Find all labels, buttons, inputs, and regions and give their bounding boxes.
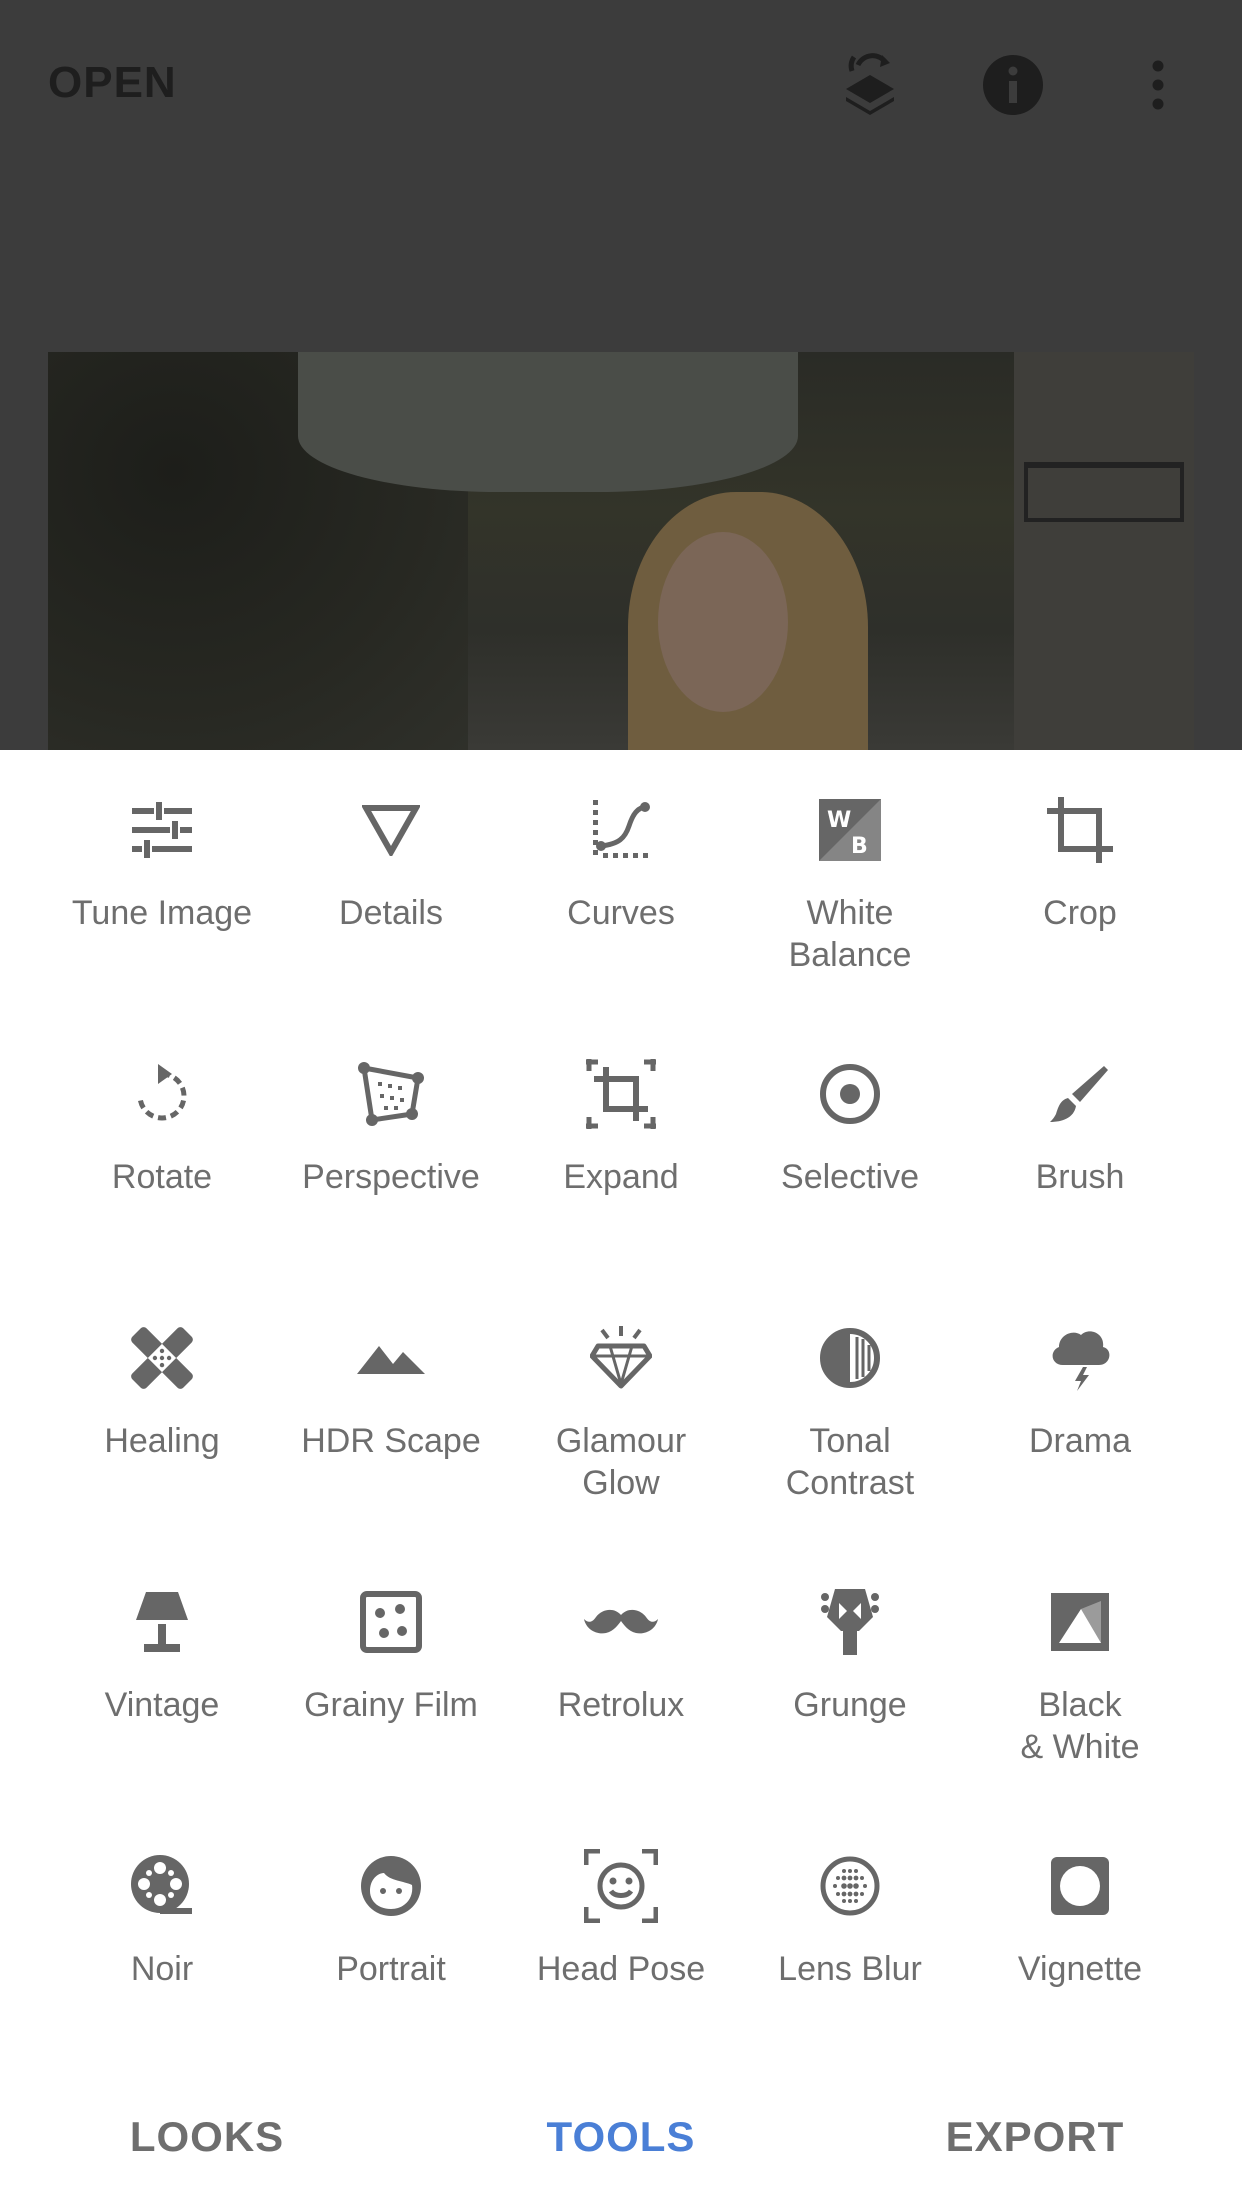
svg-text:W: W <box>827 808 851 833</box>
nav-export-tab[interactable]: EXPORT <box>885 2066 1185 2208</box>
photo-preview <box>48 352 1194 750</box>
tool-label: Grunge <box>793 1686 907 1724</box>
tool-selective[interactable]: Selective <box>735 1014 965 1244</box>
tool-healing[interactable]: Healing <box>47 1278 277 1508</box>
tool-label: Perspective <box>302 1158 480 1196</box>
tools-sheet: Tune Image Details Curves W B White Bala… <box>0 750 1242 2066</box>
tool-label: Curves <box>567 894 675 932</box>
expand-icon <box>581 1054 661 1134</box>
lamp-icon <box>122 1582 202 1662</box>
tool-noir[interactable]: Noir <box>47 1806 277 2036</box>
tool-label: Healing <box>104 1422 220 1460</box>
tool-hdr-scape[interactable]: HDR Scape <box>276 1278 506 1508</box>
sliders-icon <box>122 790 202 870</box>
crop-icon <box>1040 790 1120 870</box>
nav-tools-tab[interactable]: TOOLS <box>471 2066 771 2208</box>
brush-icon <box>1040 1054 1120 1134</box>
bottom-navigation: LOOKS TOOLS EXPORT <box>0 2066 1242 2208</box>
tool-head-pose[interactable]: Head Pose <box>506 1806 736 2036</box>
tool-label: Black & White <box>1020 1686 1140 1766</box>
tool-label: Selective <box>781 1158 919 1196</box>
tool-label: Crop <box>1043 894 1117 932</box>
tool-retrolux[interactable]: Retrolux <box>506 1542 736 1772</box>
tool-black-white[interactable]: Black & White <box>965 1542 1195 1772</box>
tool-curves[interactable]: Curves <box>506 750 736 980</box>
tool-grainy-film[interactable]: Grainy Film <box>276 1542 506 1772</box>
vignette-icon <box>1040 1846 1120 1926</box>
tool-brush[interactable]: Brush <box>965 1014 1195 1244</box>
face-icon <box>351 1846 431 1926</box>
diamond-icon <box>581 1318 661 1398</box>
tool-label: Head Pose <box>536 1950 706 1988</box>
tool-grunge[interactable]: Grunge <box>735 1542 965 1772</box>
tool-label: Portrait <box>336 1950 446 1988</box>
layers-stack-icon[interactable] <box>835 50 905 120</box>
mountains-icon <box>351 1318 431 1398</box>
guitar-head-icon <box>810 1582 890 1662</box>
tool-vintage[interactable]: Vintage <box>47 1542 277 1772</box>
tool-white-balance[interactable]: W B White Balance <box>735 750 965 980</box>
more-vert-icon[interactable] <box>1123 50 1193 120</box>
info-icon[interactable] <box>978 50 1048 120</box>
tool-label: Vignette <box>1017 1950 1143 1988</box>
open-button[interactable]: OPEN <box>48 58 177 108</box>
tool-glamour-glow[interactable]: Glamour Glow <box>506 1278 736 1508</box>
target-icon <box>810 1054 890 1134</box>
tool-label: Drama <box>1028 1422 1132 1460</box>
tool-tune-image[interactable]: Tune Image <box>47 750 277 980</box>
tool-vignette[interactable]: Vignette <box>965 1806 1195 2036</box>
tool-label: Grainy Film <box>304 1686 478 1724</box>
tool-label: Retrolux <box>557 1686 685 1724</box>
tool-label: Tonal Contrast <box>785 1422 915 1502</box>
tool-tonal-contrast[interactable]: Tonal Contrast <box>735 1278 965 1508</box>
tool-label: White Balance <box>788 894 912 974</box>
tool-label: Lens Blur <box>778 1950 922 1988</box>
tool-perspective[interactable]: Perspective <box>276 1014 506 1244</box>
svg-text:B: B <box>851 834 868 859</box>
tool-rotate[interactable]: Rotate <box>47 1014 277 1244</box>
black-white-icon <box>1040 1582 1120 1662</box>
tool-label: Rotate <box>111 1158 213 1196</box>
nav-looks-tab[interactable]: LOOKS <box>57 2066 357 2208</box>
film-grain-icon <box>351 1582 431 1662</box>
face-frame-icon <box>581 1846 661 1926</box>
mustache-icon <box>581 1582 661 1662</box>
storm-cloud-icon <box>1040 1318 1120 1398</box>
tool-lens-blur[interactable]: Lens Blur <box>735 1806 965 2036</box>
tool-expand[interactable]: Expand <box>506 1014 736 1244</box>
tool-label: Tune Image <box>71 894 253 932</box>
triangle-icon <box>351 790 431 870</box>
contrast-icon <box>810 1318 890 1398</box>
tool-drama[interactable]: Drama <box>965 1278 1195 1508</box>
film-reel-icon <box>122 1846 202 1926</box>
white-balance-icon: W B <box>810 790 890 870</box>
tool-crop[interactable]: Crop <box>965 750 1195 980</box>
curve-icon <box>581 790 661 870</box>
tool-label: Glamour Glow <box>555 1422 687 1502</box>
tool-label: Brush <box>1035 1158 1125 1196</box>
tool-portrait[interactable]: Portrait <box>276 1806 506 2036</box>
rotate-icon <box>122 1054 202 1134</box>
top-app-bar: OPEN <box>0 0 1242 170</box>
bandage-icon <box>122 1318 202 1398</box>
tool-label: Noir <box>130 1950 194 1988</box>
tool-label: Details <box>339 894 443 932</box>
tool-label: Vintage <box>104 1686 220 1724</box>
tool-label: HDR Scape <box>301 1422 481 1460</box>
tool-details[interactable]: Details <box>276 750 506 980</box>
perspective-icon <box>351 1054 431 1134</box>
tool-label: Expand <box>563 1158 679 1196</box>
lens-blur-icon <box>810 1846 890 1926</box>
top-dimmed-area: OPEN <box>0 0 1242 750</box>
